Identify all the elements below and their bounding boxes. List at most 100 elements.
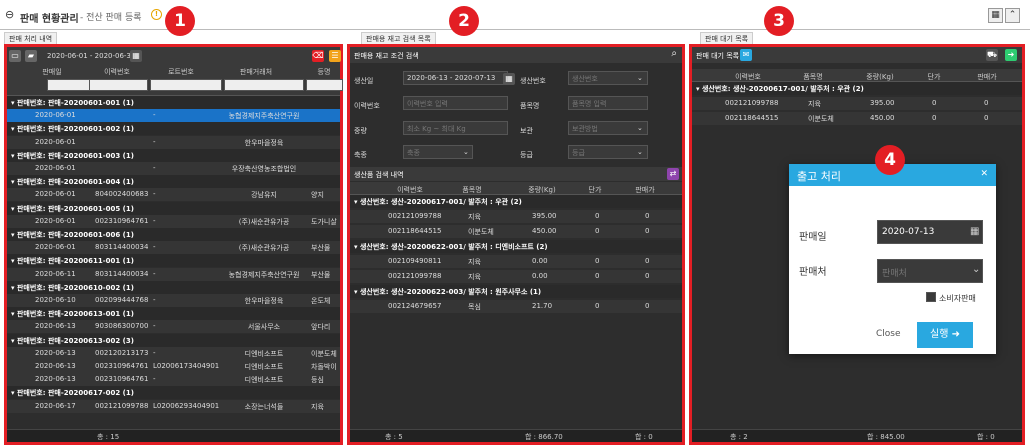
modal-date-input[interactable]: 2020-07-13 [877, 220, 983, 244]
table-row[interactable]: 002118644515 이분도체 450.00 0 0 [692, 112, 1022, 125]
group-row[interactable]: ▾ 판매번호: 판매-20200601-005 (1) [7, 201, 340, 215]
group-label: ▾ 생산번호: 생산-20200622-003/ 발주처 : 원주사무소 (1) [354, 288, 542, 296]
date-input[interactable]: 2020-06-13 - 2020-07-13 [403, 71, 508, 85]
weight-range[interactable]: 최소 Kg ~ 최대 Kg [403, 121, 508, 135]
table-row[interactable]: 2020-06-01 - 농협경제지주축산연구원 [7, 109, 340, 123]
cell-weight: 0.00 [532, 257, 548, 265]
table-row[interactable]: 2020-06-01 804002400683- 강남유지 양지 [7, 188, 340, 202]
consumer-checkbox[interactable] [926, 292, 936, 302]
group-row[interactable]: ▾ 판매번호: 판매-20200613-001 (1) [7, 307, 340, 321]
group-label: ▾ 판매번호: 판매-20200601-003 (1) [11, 151, 134, 160]
prod-chevron-icon: ⌄ [637, 74, 643, 82]
cell-lot: - [153, 269, 156, 278]
col-customer: 판매거래처 [239, 68, 273, 76]
table-row[interactable]: 002124679657 목심 21.70 0 0 [350, 300, 682, 313]
export-icon[interactable]: ▭ [9, 50, 21, 62]
table-row[interactable]: 2020-06-01 - 우장축산영농조합법인 [7, 162, 340, 175]
table-row[interactable]: 002121099788 지육 395.00 0 0 [350, 210, 682, 223]
delete-icon[interactable]: ⌫ [312, 50, 324, 62]
right-table-header: 이력번호 품목명 중량(Kg) 단가 판매가 [692, 69, 1022, 82]
table-row[interactable]: 2020-06-13 903086300700- 서울사무소 앞다리 [7, 320, 340, 334]
group-label: ▾ 판매번호: 판매-20200601-001 (1) [11, 99, 134, 107]
filter-lot[interactable] [150, 79, 222, 91]
cell-customer: 강남유지 [251, 191, 277, 200]
grade-select[interactable]: 등급 [568, 145, 648, 159]
group-row[interactable]: ▾ 생산번호: 생산-20200617-001/ 발주처 : 우관 (2) [350, 195, 682, 208]
trace-input[interactable]: 이력번호 입력 [403, 96, 508, 110]
consumer-label: 소비자판매 [939, 294, 976, 303]
search-icon[interactable]: ⌕ [671, 48, 677, 59]
cell-trace: 002121099788 [725, 99, 779, 107]
cell-trace: 803114400034 [95, 269, 149, 278]
prod-select[interactable]: 생산번호 [568, 71, 648, 85]
truck-icon[interactable]: ⛟ [986, 49, 998, 61]
table-row[interactable]: 2020-06-13 002120213173- 디엔비소프트 이분도체 [7, 346, 340, 360]
group-row[interactable]: ▾ 판매번호: 판매-20200617-002 (1) [7, 386, 340, 400]
calendar-icon[interactable]: ▦ [130, 50, 142, 62]
group-row[interactable]: ▾ 생산번호: 생산-20200617-001/ 발주처 : 우관 (2) [692, 82, 1022, 95]
transfer-icon[interactable]: ⇄ [667, 168, 679, 180]
cell-unit: 0 [595, 272, 600, 280]
table-row[interactable]: 2020-06-13 002310964761- 디엔비소프트 등심 [7, 373, 340, 387]
badge-3: 3 [764, 6, 794, 36]
group-row[interactable]: ▾ 판매번호: 판매-20200601-006 (1) [7, 228, 340, 241]
filter-item[interactable] [306, 79, 343, 91]
group-row[interactable]: ▾ 판매번호: 판매-20200601-004 (1) [7, 175, 340, 189]
right-total-count: 총 : 2 [730, 433, 748, 441]
weight-sep: ~ [433, 125, 440, 133]
table-row[interactable]: 002121099788 지육 0.00 0 0 [350, 270, 682, 283]
table-row[interactable]: 2020-06-01 803114400034- (주)새순관유가공 부산물 [7, 241, 340, 255]
cell-unit: 0 [595, 227, 600, 235]
badge-2: 2 [449, 6, 479, 36]
group-row[interactable]: ▾ 생산번호: 생산-20200622-003/ 발주처 : 원주사무소 (1) [350, 285, 682, 298]
cell-price: 0 [645, 272, 650, 280]
table-row[interactable]: 2020-06-10 002099444768- 한우마을정육 온도체 [7, 294, 340, 307]
cell-date: 2020-06-13 [35, 375, 76, 384]
group-row[interactable]: ▾ 판매번호: 판매-20200601-001 (1) [7, 96, 340, 109]
table-row[interactable]: 002118644515 이분도체 450.00 0 0 [350, 225, 682, 238]
group-row[interactable]: ▾ 생산번호: 생산-20200622-001/ 발주처 : 디엔비소프트 (2… [350, 240, 682, 253]
date-calendar-icon[interactable]: ▦ [503, 73, 515, 85]
table-row[interactable]: 2020-06-17 002121099788 L02006293404901 소장는… [7, 399, 340, 413]
folder-icon[interactable]: ▰ [25, 50, 37, 62]
table-row[interactable]: 002109490811 지육 0.00 0 0 [350, 255, 682, 268]
calculator-icon[interactable]: ▦ [988, 8, 1003, 23]
modal-close-button[interactable]: Close [876, 329, 901, 339]
group-row[interactable]: ▾ 판매번호: 판매-20200601-003 (1) [7, 148, 340, 162]
mid-sub-header: 생산품 검색 내역 ⇄ [350, 167, 682, 181]
table-row[interactable]: 2020-06-11 803114400034- 농협경제지주축산연구원 부산물 [7, 267, 340, 281]
filter-date[interactable] [47, 79, 91, 91]
cell-item: 등심 [311, 376, 324, 385]
right-footer: 총 : 2 합 : 845.00 합 : 0 [692, 429, 1022, 442]
exit-icon[interactable]: ➜ [1005, 49, 1017, 61]
mid-total-price: 합 : 0 [635, 433, 653, 441]
group-label: ▾ 판매번호: 판매-20200601-006 (1) [11, 231, 134, 239]
close-icon[interactable]: ✕ [980, 169, 988, 179]
group-row[interactable]: ▾ 판매번호: 판매-20200613-002 (3) [7, 333, 340, 347]
modal-buyer-select[interactable]: 판매처 [877, 259, 983, 283]
col-date: 판매일 [42, 68, 62, 76]
back-icon[interactable]: ⊖ [5, 8, 14, 21]
group-row[interactable]: ▾ 판매번호: 판매-20200611-001 (1) [7, 254, 340, 268]
cell-date: 2020-06-13 [35, 322, 76, 331]
storage-select[interactable]: 보관방법 [568, 121, 648, 135]
modal-label-buyer: 판매처 [799, 267, 827, 278]
modal-calendar-icon[interactable]: ▦ [970, 226, 979, 237]
cell-lot: - [153, 164, 156, 172]
table-row[interactable]: 2020-06-01 - 한우마을정육 [7, 135, 340, 149]
table-row[interactable]: 2020-06-01 002310964761- (주)새순관유가공 도가니살 [7, 214, 340, 228]
collapse-icon[interactable]: ⌃ [1005, 8, 1020, 23]
group-row[interactable]: ▾ 판매번호: 판매-20200601-002 (1) [7, 122, 340, 136]
item-input[interactable]: 품목명 입력 [568, 96, 648, 110]
date-range-text[interactable]: 2020-06-01 - 2020-06-30 [47, 52, 135, 60]
table-row[interactable]: 2020-06-13 002310964761 L02006173404901 디엔비… [7, 360, 340, 373]
message-icon[interactable]: ✉ [740, 49, 752, 61]
modal-run-button[interactable]: 실행 ➜ [917, 322, 973, 348]
group-row[interactable]: ▾ 판매번호: 판매-20200610-002 (1) [7, 280, 340, 294]
info-icon[interactable]: ! [151, 9, 162, 20]
table-row[interactable]: 002121099788 지육 395.00 0 0 [692, 97, 1022, 110]
section-bar: 판매 처리 내역 판매용 재고 검색 목록 판매 대기 목록 [0, 30, 1030, 46]
list-icon[interactable]: ☰ [329, 50, 341, 62]
filter-customer[interactable] [224, 79, 304, 91]
filter-trace[interactable] [89, 79, 148, 91]
